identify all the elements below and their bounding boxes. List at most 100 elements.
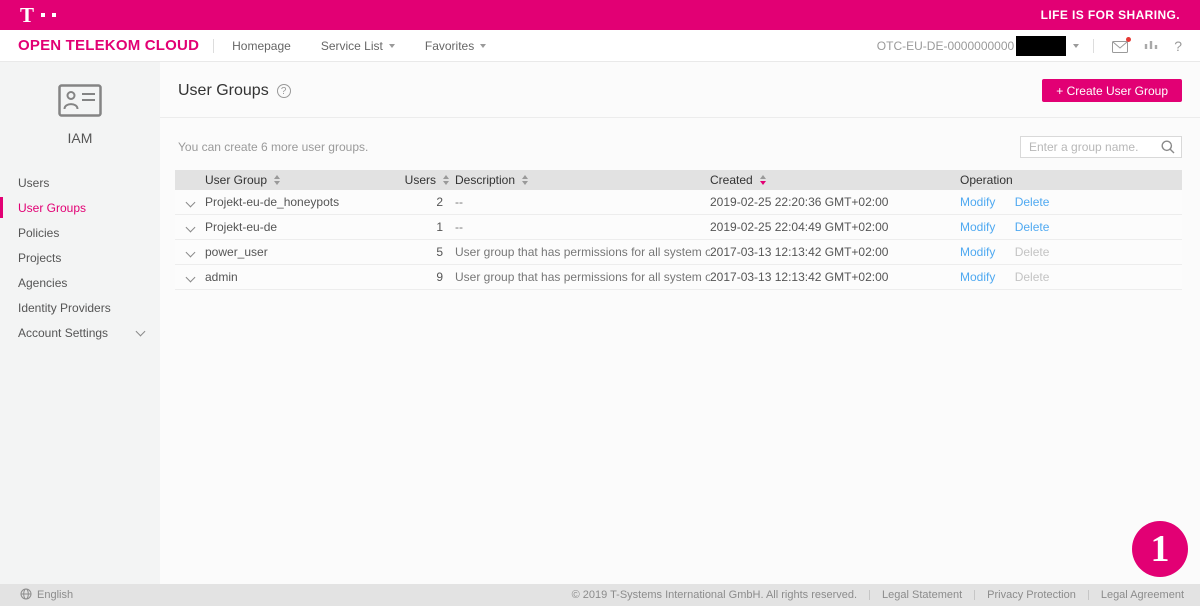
chevron-down-icon xyxy=(185,222,195,232)
service-header: IAM xyxy=(0,62,160,146)
group-description: User group that has permissions for all … xyxy=(455,245,710,259)
usage-chart-icon[interactable] xyxy=(1144,37,1158,55)
legal-statement-link[interactable]: Legal Statement xyxy=(882,589,962,601)
nav-favorites[interactable]: Favorites xyxy=(425,39,486,53)
copyright-text: © 2019 T-Systems International GmbH. All… xyxy=(572,589,857,601)
chevron-down-icon xyxy=(185,247,195,257)
modify-link[interactable]: Modify xyxy=(960,220,995,234)
footer-links: © 2019 T-Systems International GmbH. All… xyxy=(572,589,1184,601)
row-operations: Modify Delete xyxy=(960,195,1182,209)
delete-link-disabled: Delete xyxy=(1015,245,1050,259)
help-icon[interactable]: ? xyxy=(1174,39,1182,53)
column-header-operation: Operation xyxy=(960,173,1182,187)
group-created: 2019-02-25 22:20:36 GMT+02:00 xyxy=(710,195,960,209)
delete-link-disabled: Delete xyxy=(1015,270,1050,284)
account-id-text: OTC-EU-DE-0000000000 xyxy=(877,39,1014,53)
main-content: User Groups ? + Create User Group You ca… xyxy=(160,62,1200,584)
nav-service-list[interactable]: Service List xyxy=(321,39,395,53)
group-users-count: 5 xyxy=(405,245,455,259)
notification-dot xyxy=(1126,37,1131,42)
quota-hint-text: You can create 6 more user groups. xyxy=(178,140,368,154)
row-expand-control[interactable] xyxy=(175,199,205,206)
annotation-step-badge: 1 xyxy=(1132,521,1188,577)
console-header: OPEN TELEKOM CLOUD Homepage Service List… xyxy=(0,30,1200,62)
row-expand-control[interactable] xyxy=(175,249,205,256)
sidebar-item-account-settings[interactable]: Account Settings xyxy=(0,320,160,345)
column-header-created[interactable]: Created xyxy=(710,173,960,187)
group-description: -- xyxy=(455,220,710,234)
messages-icon[interactable] xyxy=(1112,40,1128,52)
create-user-group-button[interactable]: + Create User Group xyxy=(1042,79,1182,102)
sort-icon[interactable] xyxy=(443,175,449,185)
table-header-row: User Group Users Description Created Ope… xyxy=(175,170,1182,190)
chevron-down-icon xyxy=(136,327,146,337)
chevron-down-icon xyxy=(480,44,486,48)
modify-link[interactable]: Modify xyxy=(960,245,995,259)
sidebar-item-user-groups[interactable]: User Groups xyxy=(0,195,160,220)
chevron-down-icon xyxy=(185,197,195,207)
divider xyxy=(213,39,214,53)
row-expand-control[interactable] xyxy=(175,274,205,281)
modify-link[interactable]: Modify xyxy=(960,195,995,209)
sort-icon[interactable] xyxy=(274,175,280,185)
chevron-down-icon xyxy=(1073,44,1079,48)
sidebar-item-users[interactable]: Users xyxy=(0,170,160,195)
column-header-description[interactable]: Description xyxy=(455,173,710,187)
nav-homepage[interactable]: Homepage xyxy=(232,39,291,53)
row-expand-control[interactable] xyxy=(175,224,205,231)
column-header-users[interactable]: Users xyxy=(405,173,455,187)
divider xyxy=(1093,39,1094,53)
sidebar-menu: Users User Groups Policies Projects Agen… xyxy=(0,170,160,345)
group-created: 2019-02-25 22:04:49 GMT+02:00 xyxy=(710,220,960,234)
group-name: admin xyxy=(205,270,405,284)
row-operations: Modify Delete xyxy=(960,245,1182,259)
search-input[interactable] xyxy=(1020,136,1182,158)
sidebar-item-policies[interactable]: Policies xyxy=(0,220,160,245)
column-header-user-group[interactable]: User Group xyxy=(205,173,405,187)
title-help-icon[interactable]: ? xyxy=(277,84,291,98)
group-users-count: 2 xyxy=(405,195,455,209)
search-icon[interactable] xyxy=(1161,140,1175,159)
sort-icon-active-desc[interactable] xyxy=(760,175,766,185)
group-created: 2017-03-13 12:13:42 GMT+02:00 xyxy=(710,270,960,284)
sidebar-item-agencies[interactable]: Agencies xyxy=(0,270,160,295)
table-row: admin 9 User group that has permissions … xyxy=(175,265,1182,290)
privacy-protection-link[interactable]: Privacy Protection xyxy=(987,589,1076,601)
sort-icon[interactable] xyxy=(522,175,528,185)
row-operations: Modify Delete xyxy=(960,220,1182,234)
group-description: User group that has permissions for all … xyxy=(455,270,710,284)
group-created: 2017-03-13 12:13:42 GMT+02:00 xyxy=(710,245,960,259)
tagline-text: LIFE IS FOR SHARING. xyxy=(1041,8,1180,22)
chevron-down-icon xyxy=(185,272,195,282)
table-row: Projekt-eu-de 1 -- 2019-02-25 22:04:49 G… xyxy=(175,215,1182,240)
group-users-count: 9 xyxy=(405,270,455,284)
divider xyxy=(974,590,975,600)
telekom-t-logo-icon: T xyxy=(20,5,56,26)
sidebar-item-projects[interactable]: Projects xyxy=(0,245,160,270)
telekom-topbar: T LIFE IS FOR SHARING. xyxy=(0,0,1200,30)
footer: English © 2019 T-Systems International G… xyxy=(0,584,1200,606)
globe-icon xyxy=(20,588,32,603)
delete-link[interactable]: Delete xyxy=(1015,220,1050,234)
legal-agreement-link[interactable]: Legal Agreement xyxy=(1101,589,1184,601)
account-dropdown[interactable]: OTC-EU-DE-0000000000 xyxy=(877,36,1079,56)
divider xyxy=(1088,590,1089,600)
modify-link[interactable]: Modify xyxy=(960,270,995,284)
table-row: power_user 5 User group that has permiss… xyxy=(175,240,1182,265)
language-selector[interactable]: English xyxy=(20,588,73,603)
sidebar-item-identity-providers[interactable]: Identity Providers xyxy=(0,295,160,320)
header-icons: ? xyxy=(1112,37,1182,55)
row-operations: Modify Delete xyxy=(960,270,1182,284)
divider xyxy=(160,117,1200,118)
chevron-down-icon xyxy=(389,44,395,48)
page-title: User Groups xyxy=(178,82,269,100)
group-description: -- xyxy=(455,195,710,209)
language-label: English xyxy=(37,589,73,601)
body-wrap: IAM Users User Groups Policies Projects … xyxy=(0,62,1200,584)
main-nav: Homepage Service List Favorites xyxy=(232,39,486,53)
table-row: Projekt-eu-de_honeypots 2 -- 2019-02-25 … xyxy=(175,190,1182,215)
divider xyxy=(869,590,870,600)
brand-logo[interactable]: OPEN TELEKOM CLOUD xyxy=(18,37,199,54)
app-window: T LIFE IS FOR SHARING. OPEN TELEKOM CLOU… xyxy=(0,0,1200,606)
delete-link[interactable]: Delete xyxy=(1015,195,1050,209)
